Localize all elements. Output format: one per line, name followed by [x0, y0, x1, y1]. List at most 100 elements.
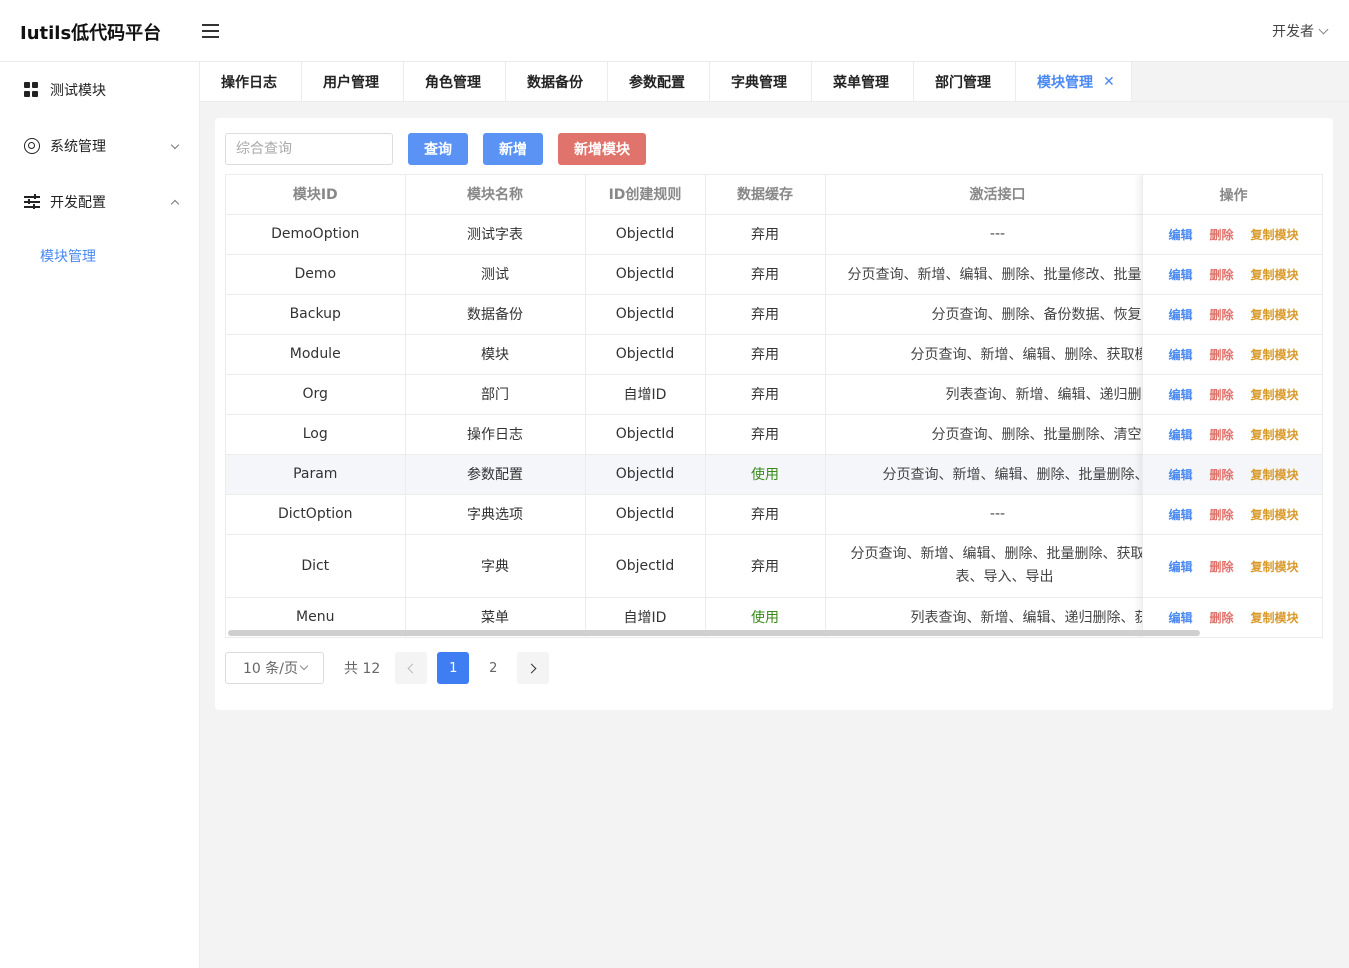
cell-cache: 弃用	[705, 414, 826, 455]
total-count: 共 12	[344, 661, 381, 677]
ops-row: 编辑 删除 复制模块	[1143, 495, 1322, 535]
user-menu[interactable]: 开发者	[1272, 21, 1329, 41]
ops-row: 编辑 删除 复制模块	[1143, 455, 1322, 495]
prev-page-button[interactable]	[395, 652, 428, 684]
cell-id-rule: ObjectId	[585, 414, 706, 455]
cell-module-name: 字典	[405, 534, 586, 598]
chevron-up-icon	[170, 199, 180, 208]
edit-link[interactable]: 编辑	[1168, 266, 1192, 283]
copy-module-link[interactable]: 复制模块	[1251, 386, 1299, 403]
cell-module-id: Log	[226, 414, 406, 455]
cell-id-rule: ObjectId	[585, 454, 706, 495]
cell-module-id: Org	[226, 374, 406, 415]
ops-row: 编辑 删除 复制模块	[1143, 375, 1322, 415]
tab-dept-manage[interactable]: 部门管理	[914, 62, 1016, 102]
tab-user-manage[interactable]: 用户管理	[302, 62, 404, 102]
cell-cache: 弃用	[705, 534, 826, 598]
edit-link[interactable]: 编辑	[1168, 558, 1192, 575]
tab-dict-manage[interactable]: 字典管理	[710, 62, 812, 102]
cell-id-rule: ObjectId	[585, 294, 706, 335]
tab-divider	[200, 101, 1349, 102]
delete-link[interactable]: 删除	[1209, 346, 1233, 363]
edit-link[interactable]: 编辑	[1168, 346, 1192, 363]
delete-link[interactable]: 删除	[1209, 506, 1233, 523]
cell-cache: 弃用	[705, 294, 826, 335]
cell-module-id: Backup	[226, 294, 406, 335]
edit-link[interactable]: 编辑	[1168, 426, 1192, 443]
menu-toggle-icon[interactable]	[202, 23, 220, 39]
chevron-down-icon	[170, 140, 180, 149]
copy-module-link[interactable]: 复制模块	[1251, 306, 1299, 323]
tab-module-manage[interactable]: 模块管理 ✕	[1016, 62, 1132, 102]
sidebar-item-test-module[interactable]: 测试模块	[0, 70, 200, 110]
delete-link[interactable]: 删除	[1209, 426, 1233, 443]
app-logo-title: Iutils低代码平台	[20, 23, 162, 44]
edit-link[interactable]: 编辑	[1168, 506, 1192, 523]
tab-bar: 操作日志 用户管理 角色管理 数据备份 参数配置 字典管理 菜单管理 部门管理 …	[200, 62, 1132, 102]
cell-id-rule: 自增ID	[585, 374, 706, 415]
tab-param-config[interactable]: 参数配置	[608, 62, 710, 102]
page-1-button[interactable]: 1	[437, 652, 470, 684]
delete-link[interactable]: 删除	[1209, 466, 1233, 483]
user-name: 开发者	[1272, 24, 1314, 40]
page-size-select[interactable]: 10 条/页	[225, 652, 324, 684]
cell-cache: 弃用	[705, 254, 826, 295]
add-module-button[interactable]: 新增模块	[558, 133, 646, 165]
tab-operation-log[interactable]: 操作日志	[200, 62, 302, 102]
edit-link[interactable]: 编辑	[1168, 386, 1192, 403]
edit-link[interactable]: 编辑	[1168, 226, 1192, 243]
cell-module-name: 部门	[405, 374, 586, 415]
delete-link[interactable]: 删除	[1209, 609, 1233, 626]
table-row: DictOption 字典选项 ObjectId 弃用 ---	[226, 494, 1171, 535]
page-2-button[interactable]: 2	[477, 652, 509, 684]
table-row: Org 部门 自增ID 弃用 列表查询、新增、编辑、递归删除	[226, 374, 1171, 415]
edit-link[interactable]: 编辑	[1168, 306, 1192, 323]
delete-link[interactable]: 删除	[1209, 558, 1233, 575]
delete-link[interactable]: 删除	[1209, 226, 1233, 243]
delete-link[interactable]: 删除	[1209, 306, 1233, 323]
ops-row: 编辑 删除 复制模块	[1143, 535, 1322, 598]
copy-module-link[interactable]: 复制模块	[1251, 266, 1299, 283]
cell-api: 分页查询、新增、编辑、删除、获取模块	[825, 334, 1171, 375]
copy-module-link[interactable]: 复制模块	[1251, 506, 1299, 523]
sidebar-item-dev-config[interactable]: 开发配置	[0, 182, 200, 222]
sidebar-item-label: 测试模块	[50, 83, 106, 99]
cell-id-rule: ObjectId	[585, 494, 706, 535]
tab-menu-manage[interactable]: 菜单管理	[812, 62, 914, 102]
cell-module-id: DictOption	[226, 494, 406, 535]
table-row: Param 参数配置 ObjectId 使用 分页查询、新增、编辑、删除、批量删…	[226, 454, 1171, 495]
sidebar-item-system[interactable]: 系统管理	[0, 126, 200, 166]
sidebar-subitem-module-manage[interactable]: 模块管理	[40, 246, 96, 266]
copy-module-link[interactable]: 复制模块	[1251, 466, 1299, 483]
tab-data-backup[interactable]: 数据备份	[506, 62, 608, 102]
cell-module-name: 数据备份	[405, 294, 586, 335]
edit-link[interactable]: 编辑	[1168, 609, 1192, 626]
top-header: Iutils低代码平台 开发者	[0, 0, 1349, 62]
cell-id-rule: ObjectId	[585, 214, 706, 255]
copy-module-link[interactable]: 复制模块	[1251, 609, 1299, 626]
cell-api: 分页查询、新增、编辑、删除、批量修改、批量删除	[825, 254, 1171, 295]
cell-module-name: 测试字表	[405, 214, 586, 255]
gear-icon	[24, 138, 40, 154]
add-button[interactable]: 新增	[483, 133, 543, 165]
query-button[interactable]: 查询	[408, 133, 468, 165]
copy-module-link[interactable]: 复制模块	[1251, 426, 1299, 443]
cell-api: 分页查询、新增、编辑、删除、批量删除、	[825, 454, 1171, 495]
edit-link[interactable]: 编辑	[1168, 466, 1192, 483]
search-input[interactable]	[225, 133, 393, 165]
next-page-button[interactable]	[517, 652, 550, 684]
copy-module-link[interactable]: 复制模块	[1251, 346, 1299, 363]
copy-module-link[interactable]: 复制模块	[1251, 558, 1299, 575]
copy-module-link[interactable]: 复制模块	[1251, 226, 1299, 243]
table-row: Backup 数据备份 ObjectId 弃用 分页查询、删除、备份数据、恢复数…	[226, 294, 1171, 335]
cell-api: ---	[825, 214, 1171, 255]
tab-role-manage[interactable]: 角色管理	[404, 62, 506, 102]
close-icon[interactable]: ✕	[1103, 74, 1115, 90]
delete-link[interactable]: 删除	[1209, 386, 1233, 403]
delete-link[interactable]: 删除	[1209, 266, 1233, 283]
horizontal-scrollbar[interactable]	[228, 630, 1200, 636]
column-header: 模块名称	[405, 175, 586, 215]
table-row: Module 模块 ObjectId 弃用 分页查询、新增、编辑、删除、获取模块	[226, 334, 1171, 375]
table-row: Dict 字典 ObjectId 弃用 分页查询、新增、编辑、删除、批量删除、获…	[226, 534, 1171, 598]
column-header: 操作	[1143, 175, 1322, 215]
